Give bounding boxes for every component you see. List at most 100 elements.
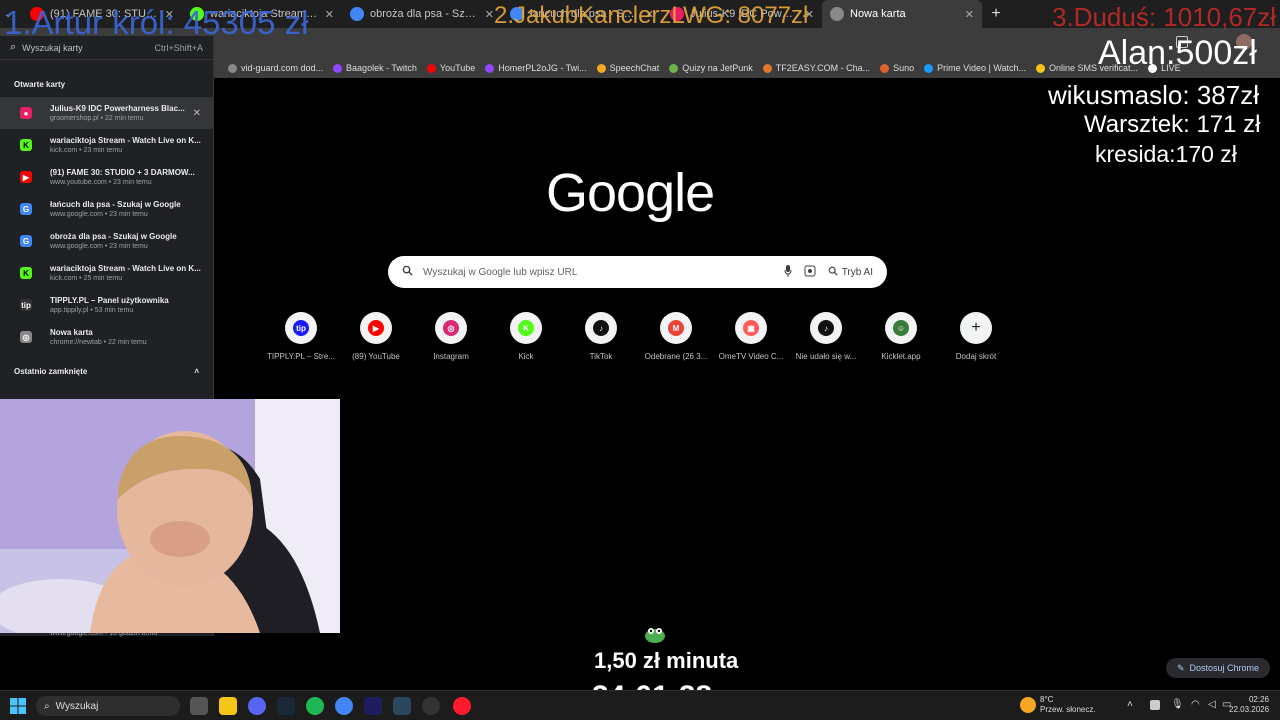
windows-start-icon[interactable] (10, 698, 26, 719)
bookmark-item[interactable]: Prime Video | Watch... (924, 63, 1026, 73)
bookmark-favicon-icon (880, 63, 890, 73)
shortcut-tile[interactable]: + Dodaj skrót (938, 312, 1014, 361)
bookmark-item[interactable]: Suno (880, 63, 914, 73)
shortcut-icon: tip (285, 312, 317, 344)
tab-favicon-icon (830, 7, 844, 21)
weather-icon (1020, 697, 1036, 713)
clock[interactable]: 02:26 22.03.2026 (1229, 695, 1269, 716)
steam-window-icon[interactable] (393, 697, 411, 715)
shortcut-icon: ☺ (885, 312, 917, 344)
customize-label: Dostosuj Chrome (1189, 663, 1260, 673)
app-icon[interactable] (364, 697, 382, 715)
shortcut-icon: + (960, 312, 992, 344)
shortcut-tile[interactable]: M Odebrane (26 3... (638, 312, 714, 361)
tab-favicon-icon: ● (20, 107, 32, 119)
microphone-icon[interactable]: 🎙 (1171, 699, 1184, 710)
donation-2: wikusmaslo: 387zł (1048, 80, 1259, 110)
ai-mode-label: Tryb AI (841, 266, 873, 278)
bookmark-favicon-icon (596, 63, 606, 73)
shortcut-tile[interactable]: ◎ Instagram (413, 312, 489, 361)
browser-tab[interactable]: obroża dla psa - Szukaj w Goog ✕ (342, 0, 502, 28)
tab-search-item[interactable]: Głańcuch dla psa - Szukaj w Google www.go… (0, 193, 213, 225)
taskbar-search[interactable]: ⌕ Wyszukaj (36, 696, 180, 716)
bookmark-item[interactable]: Quizy na JetPunk (669, 63, 753, 73)
tab-search-item[interactable]: ▶ (91) FAME 30: STUDIO + 3 DARMOW... www.y… (0, 161, 213, 193)
tab-search-item[interactable]: ● Julius-K9 IDC Powerharness Blac... groom… (0, 97, 213, 129)
bookmark-item[interactable]: Baagolek - Twitch (333, 63, 417, 73)
tab-search-item-sub: chrome://newtab • 22 min temu (50, 339, 147, 346)
tab-search-input[interactable]: Wyszukaj karty (22, 43, 154, 53)
tab-search-item[interactable]: Gobroża dla psa - Szukaj w Google www.goo… (0, 225, 213, 257)
tab-search-item-sub: kick.com • 23 min temu (50, 147, 123, 154)
weather-widget[interactable]: 8°C Przew. słonecz. (1040, 695, 1096, 716)
donation-4: kresida:170 zł (1095, 141, 1237, 167)
bookmark-favicon-icon (485, 63, 495, 73)
tab-search-item[interactable]: Kwariaciktoja Stream - Watch Live on K..… (0, 129, 213, 161)
shortcut-tile[interactable]: ♪ Nie udało się w... (788, 312, 864, 361)
tab-search-item[interactable]: ◎ Nowa karta chrome://newtab • 22 min temu (0, 321, 213, 353)
task-view-icon[interactable] (190, 697, 208, 715)
search-input[interactable]: Wyszukaj w Google lub wpisz URL (423, 267, 772, 278)
recently-closed-header[interactable]: Ostatnio zamknięte ˄ (0, 353, 213, 376)
bookmark-label: TF2EASY.COM - Cha... (775, 63, 871, 73)
open-tabs-header: Otwarte karty (14, 80, 66, 89)
bookmark-favicon-icon (228, 63, 237, 73)
microphone-icon[interactable] (784, 264, 792, 280)
shortcut-tile[interactable]: ♪ TikTok (563, 312, 639, 361)
chrome-icon[interactable] (335, 697, 353, 715)
close-icon[interactable]: ✕ (965, 8, 974, 21)
shortcut-tile[interactable]: tip TIPPLY.PL – Stre... (263, 312, 339, 361)
ai-mode-button[interactable]: Tryb AI (828, 266, 873, 279)
bookmark-item[interactable]: SpeechChat (596, 63, 659, 73)
bookmark-item[interactable]: HomerPL2oJG - Twi... (485, 63, 587, 73)
tab-search-item-title: Julius-K9 IDC Powerharness Blac... (50, 104, 185, 113)
tab-search-item-title: wariaciktoja Stream - Watch Live on K... (50, 136, 201, 145)
new-tab-button[interactable]: + (982, 5, 1010, 23)
customize-chrome-button[interactable]: ✎ Dostosuj Chrome (1166, 658, 1270, 678)
shortcut-glyph: ♪ (818, 320, 834, 336)
bookmark-label: vid-guard.com dod... (241, 63, 324, 73)
leaderboard-first: 1.Artur król: 45305 zł (4, 4, 309, 41)
shortcut-glyph: ☺ (893, 320, 909, 336)
tab-search-item[interactable]: tip TIPPLY.PL – Panel użytkownika app.tipp… (0, 289, 213, 321)
volume-icon[interactable]: ◁ (1208, 699, 1216, 710)
shortcut-tile[interactable]: ▣ OmeTV Video C... (713, 312, 789, 361)
browser-tab[interactable]: Nowa karta ✕ (822, 0, 982, 28)
tray-chevron-icon[interactable]: ˄ (1127, 699, 1133, 710)
weather-temp: 8°C (1040, 695, 1054, 704)
bookmark-item[interactable]: YouTube (426, 63, 475, 73)
shortcut-tile[interactable]: ▶ (89) YouTube (338, 312, 414, 361)
close-icon[interactable]: ✕ (325, 8, 334, 21)
webcam-feed (0, 399, 340, 633)
bookmark-item[interactable]: TF2EASY.COM - Cha... (762, 63, 871, 73)
obs-icon[interactable] (422, 697, 440, 715)
close-icon[interactable]: ✕ (193, 108, 201, 119)
tab-favicon-icon: tip (20, 299, 32, 311)
shortcut-tile[interactable]: K Kick (488, 312, 564, 361)
lens-camera-icon[interactable] (804, 265, 816, 280)
webcam-image (0, 399, 340, 633)
spotify-icon[interactable] (306, 697, 324, 715)
wifi-icon[interactable]: ◠ (1191, 699, 1200, 710)
tab-search-item-title: (91) FAME 30: STUDIO + 3 DARMOW... (50, 168, 195, 177)
discord-icon[interactable] (248, 697, 266, 715)
bookmark-item[interactable]: vid-guard.com dod... (228, 63, 323, 73)
file-explorer-icon[interactable] (219, 697, 237, 715)
shortcut-tile[interactable]: ☺ Kicklet.app (863, 312, 939, 361)
windows-taskbar: ⌕ Wyszukaj 8°C Przew. słonecz. ˄ 🎙 ◠ ◁ ▭… (0, 690, 1280, 720)
chevron-up-icon: ˄ (194, 367, 199, 376)
shortcut-icon: K (510, 312, 542, 344)
close-icon[interactable]: ✕ (485, 8, 494, 21)
google-search-box[interactable]: Wyszukaj w Google lub wpisz URL Tryb AI (388, 256, 887, 288)
bookmark-label: Quizy na JetPunk (682, 63, 753, 73)
steam-icon[interactable] (277, 697, 295, 715)
opera-icon[interactable] (453, 697, 471, 715)
search-icon: ⌕ (44, 700, 50, 712)
tab-title: Nowa karta (850, 8, 906, 20)
shortcut-icon: ▶ (360, 312, 392, 344)
tab-search-item[interactable]: Kwariaciktoja Stream - Watch Live on K..… (0, 257, 213, 289)
tray-app-icon[interactable] (1150, 700, 1160, 710)
weather-desc: Przew. słonecz. (1040, 705, 1096, 715)
screen: ⌄ (91) FAME 30: STUDIO + 3 DA...✕wariaci… (0, 0, 1280, 720)
tab-favicon-icon (350, 7, 364, 21)
